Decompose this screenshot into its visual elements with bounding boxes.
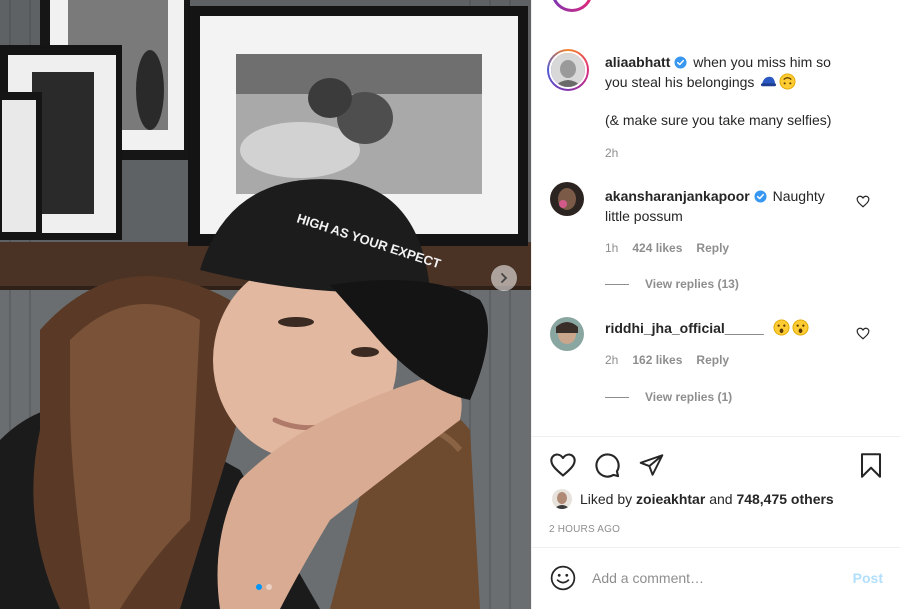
comment-text-line2: little possum: [605, 208, 683, 224]
commenter-avatar[interactable]: [550, 317, 584, 351]
view-replies-button[interactable]: View replies (13): [605, 277, 739, 291]
comment-reply-button[interactable]: Reply: [696, 241, 729, 255]
post-side-panel: aliaabhatt when you miss him so you stea…: [531, 0, 900, 609]
verified-badge-icon: [674, 56, 687, 69]
comment: riddhi_jha_official_____: [605, 318, 855, 338]
author-avatar-image: [551, 53, 585, 87]
likes-prefix: Liked by: [580, 491, 633, 507]
view-replies-label: View replies (1): [645, 390, 733, 404]
comment-like-heart-icon[interactable]: [856, 327, 870, 340]
carousel-dot: [256, 584, 262, 590]
liker-avatar[interactable]: [552, 489, 572, 509]
view-replies-line: [605, 283, 629, 285]
add-comment-bar: Post: [532, 547, 900, 609]
author-avatar[interactable]: [547, 49, 589, 91]
liker-avatar-image: [552, 489, 572, 509]
post-timestamp[interactable]: 2 HOURS AGO: [549, 524, 620, 535]
commenter-avatar-image: [550, 182, 584, 216]
comments-list[interactable]: aliaabhatt when you miss him so you stea…: [532, 0, 900, 436]
liker-username[interactable]: zoieakhtar: [636, 491, 705, 507]
commenter-avatar-image: [550, 317, 584, 351]
comment-likes[interactable]: 162 likes: [632, 353, 682, 367]
astonished-face-emoji-icon: [773, 319, 790, 336]
caption-text-line3: (& make sure you take many selfies): [605, 112, 832, 128]
comment-likes[interactable]: 424 likes: [632, 241, 682, 255]
heart-icon[interactable]: [549, 452, 577, 478]
likes-summary: Liked by zoieakhtar and 748,475 others: [552, 489, 834, 509]
comment-reply-button[interactable]: Reply: [696, 353, 729, 367]
astonished-face-emoji-icon: [792, 319, 809, 336]
comment-text-line1: Naughty: [772, 188, 825, 204]
caption-time[interactable]: 2h: [605, 146, 618, 160]
carousel-indicator: [256, 584, 272, 590]
verified-badge-icon: [754, 190, 767, 203]
commenter-avatar[interactable]: [550, 182, 584, 216]
carousel-next-button[interactable]: [491, 265, 517, 291]
post-caption: aliaabhatt when you miss him so you stea…: [605, 52, 885, 92]
comment-time[interactable]: 2h: [605, 353, 618, 367]
caption-meta: 2h: [605, 146, 618, 160]
paper-plane-icon[interactable]: [638, 452, 665, 478]
bookmark-icon[interactable]: [859, 452, 883, 479]
smiley-icon[interactable]: [550, 565, 576, 591]
comment-icon[interactable]: [593, 451, 621, 479]
caption-username[interactable]: aliaabhatt: [605, 54, 670, 70]
comment-time[interactable]: 1h: [605, 241, 618, 255]
comment-meta: 2h 162 likes Reply: [605, 353, 729, 367]
upside-down-face-emoji-icon: [779, 73, 796, 90]
post-comment-button[interactable]: Post: [853, 570, 883, 586]
comment-username[interactable]: akansharanjankapoor: [605, 188, 750, 204]
view-replies-line: [605, 396, 629, 398]
caption-text-line2: you steal his belongings: [605, 74, 755, 90]
comment-like-heart-icon[interactable]: [856, 195, 870, 208]
post-actions: Liked by zoieakhtar and 748,475 others 2…: [532, 436, 900, 546]
view-replies-button[interactable]: View replies (1): [605, 390, 732, 404]
comment-input[interactable]: [592, 566, 832, 590]
comment: akansharanjankapoor Naughty little possu…: [605, 186, 855, 226]
comment-meta: 1h 424 likes Reply: [605, 241, 729, 255]
photo-illustration: HIGH AS YOUR EXPECT: [0, 0, 531, 609]
blue-cap-emoji-icon: [761, 76, 777, 87]
likes-conjunction: and: [709, 491, 733, 507]
carousel-dot: [266, 584, 272, 590]
comment-username[interactable]: riddhi_jha_official_____: [605, 320, 764, 336]
post-photo[interactable]: HIGH AS YOUR EXPECT: [0, 0, 531, 609]
chevron-right-icon: [501, 273, 508, 283]
view-replies-label: View replies (13): [645, 277, 739, 291]
caption-text-line1: when you miss him so: [693, 54, 831, 70]
likes-others-link[interactable]: 748,475 others: [736, 491, 833, 507]
